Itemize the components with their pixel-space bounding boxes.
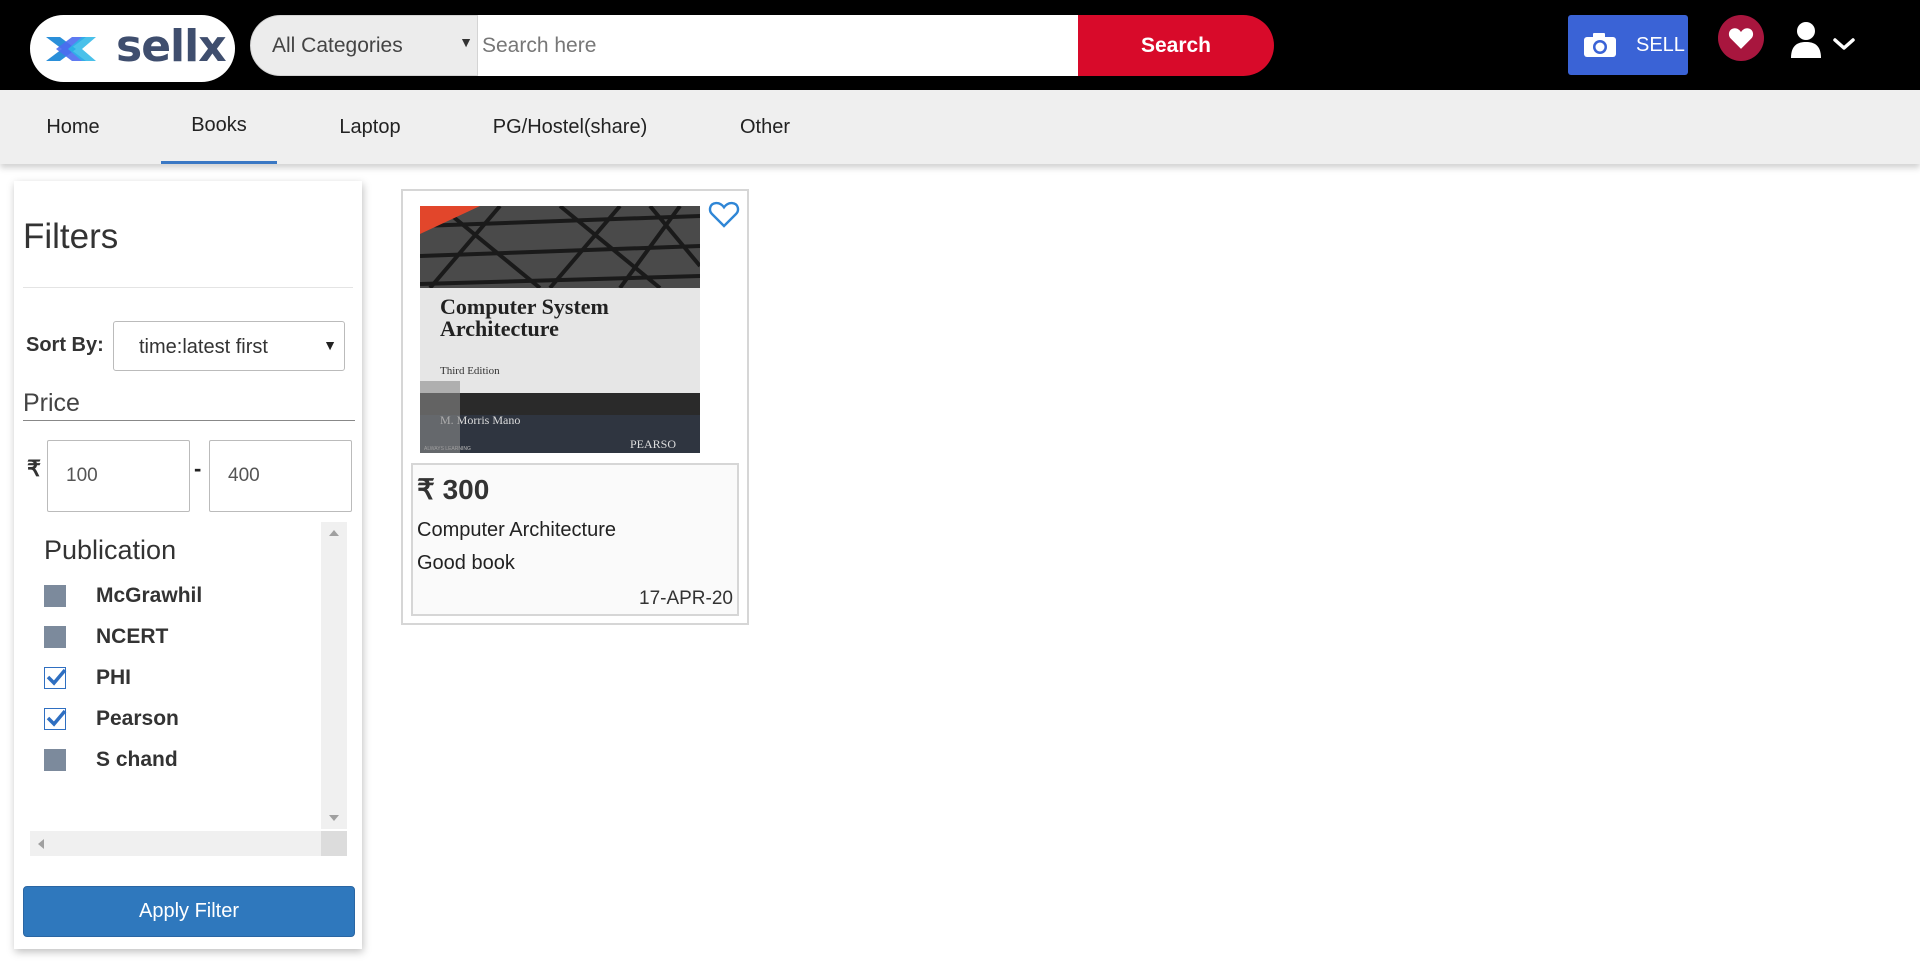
book-title-line-2: Architecture (440, 316, 559, 341)
product-card[interactable]: Computer System Architecture Third Editi… (401, 189, 749, 625)
book-publisher: PEARSO (630, 437, 676, 451)
product-info: ₹ 300 Computer Architecture Good book 17… (411, 463, 739, 616)
publication-option-label: PHI (96, 666, 132, 689)
rupee-icon: ₹ (27, 456, 41, 481)
sort-select[interactable]: time:latest first ▼ (113, 321, 345, 371)
nav-item-home[interactable]: Home (27, 90, 119, 164)
sell-button-label: SELL (1636, 33, 1685, 56)
sell-button[interactable]: SELL (1568, 15, 1688, 75)
product-date: 17-APR-20 (639, 588, 733, 609)
divider (23, 420, 355, 421)
publication-title: Publication (44, 535, 177, 565)
search-input[interactable] (478, 15, 1078, 76)
book-cover-image: Computer System Architecture Third Editi… (420, 206, 700, 453)
publication-list: Publication McGrawhil NCERT PHI Pearson … (30, 522, 347, 856)
category-nav: Home Books Laptop PG/Hostel(share) Other (0, 90, 1920, 164)
checkmark-icon (46, 709, 67, 727)
sellx-logo[interactable]: sellx (30, 15, 235, 82)
horizontal-scrollbar[interactable] (30, 831, 347, 856)
product-image[interactable]: Computer System Architecture Third Editi… (420, 206, 700, 453)
price-separator: - (194, 456, 202, 481)
nav-item-laptop[interactable]: Laptop (323, 90, 417, 164)
vertical-scrollbar[interactable] (321, 522, 347, 829)
user-menu[interactable] (1790, 20, 1860, 60)
nav-item-books[interactable]: Books (161, 90, 277, 164)
checkbox-checked[interactable] (44, 708, 67, 730)
sellx-logo-mark (46, 37, 96, 61)
product-price: ₹ 300 (417, 474, 490, 505)
heart-icon (1728, 28, 1754, 49)
favorite-heart-icon[interactable] (708, 199, 740, 234)
scroll-down-arrow-icon[interactable] (329, 815, 339, 821)
camera-icon (1584, 33, 1616, 57)
search-button[interactable]: Search (1078, 15, 1274, 76)
checkmark-icon (46, 668, 67, 686)
publication-option[interactable]: PHI (44, 658, 334, 698)
filters-panel: Filters Sort By: time:latest first ▼ Pri… (14, 181, 362, 949)
checkbox-checked[interactable] (44, 667, 67, 689)
publication-option[interactable]: NCERT (44, 617, 334, 657)
publication-option-label: McGrawhil (96, 584, 203, 607)
checkbox-unchecked[interactable] (44, 749, 66, 771)
nav-item-other[interactable]: Other (724, 90, 806, 164)
category-select[interactable]: All Categories ▼ (250, 15, 478, 76)
checkbox-unchecked[interactable] (44, 585, 66, 607)
scroll-left-arrow-icon[interactable] (38, 839, 44, 849)
price-min-input[interactable]: 100 (47, 440, 190, 512)
favorites-button[interactable] (1718, 15, 1764, 61)
publication-option[interactable]: Pearson (44, 699, 334, 739)
scroll-up-arrow-icon[interactable] (329, 530, 339, 536)
caret-down-icon: ▼ (459, 34, 473, 50)
apply-filter-button[interactable]: Apply Filter (23, 886, 355, 937)
top-bar: sellx All Categories ▼ Search SELL (0, 0, 1920, 90)
checkbox-unchecked[interactable] (44, 626, 66, 648)
sort-selected-value: time:latest first (139, 336, 268, 358)
product-description: Good book (417, 552, 515, 574)
publication-option[interactable]: S chand (44, 740, 334, 780)
divider (23, 287, 353, 288)
user-icon (1791, 22, 1821, 58)
product-title: Computer Architecture (417, 519, 616, 541)
sort-label: Sort By: (26, 334, 104, 356)
publication-option-label: NCERT (96, 625, 169, 648)
book-edition: Third Edition (440, 365, 500, 377)
price-label: Price (23, 389, 80, 417)
scrollbar-corner (321, 831, 347, 856)
chevron-down-icon (1833, 38, 1855, 50)
price-max-input[interactable]: 400 (209, 440, 352, 512)
nav-item-pg-hostel[interactable]: PG/Hostel(share) (480, 90, 660, 164)
filters-title: Filters (23, 217, 119, 256)
brand-name: sellx (116, 21, 227, 72)
category-selected-value: All Categories (272, 34, 403, 57)
publication-option[interactable]: McGrawhil (44, 576, 334, 616)
publication-option-label: S chand (96, 748, 178, 771)
caret-down-icon: ▼ (323, 337, 337, 353)
publication-option-label: Pearson (96, 707, 179, 730)
